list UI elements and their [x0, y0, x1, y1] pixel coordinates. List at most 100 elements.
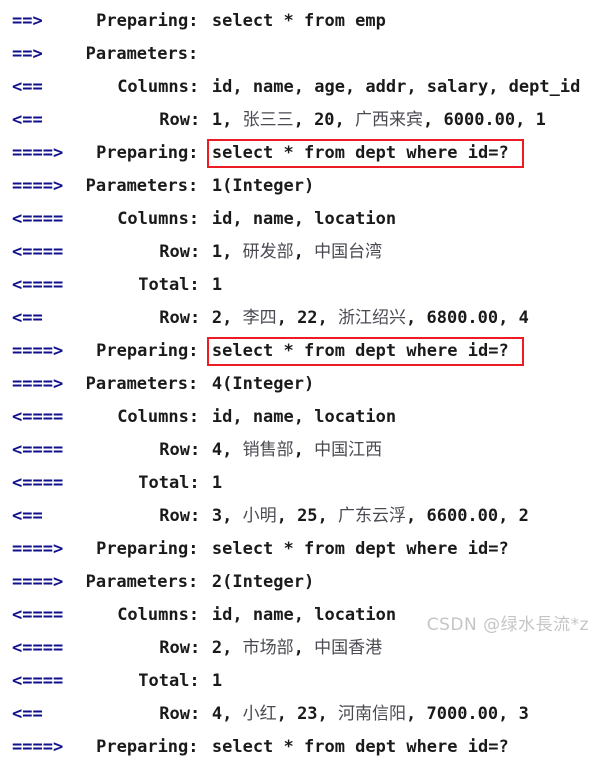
log-value-cjk: 中国台湾	[314, 242, 383, 262]
log-field-label: Preparing:	[96, 539, 199, 559]
log-value-text: select * from dept where id=?	[211, 143, 509, 163]
log-field-label: Preparing:	[96, 737, 199, 757]
log-field-label: Parameters:	[85, 572, 199, 592]
log-depth-prefix: <==	[12, 704, 43, 724]
log-field-value: select * from dept where id=?	[212, 335, 509, 368]
log-field-label: Row:	[159, 440, 201, 460]
log-value-text: , 6600.00, 2	[406, 506, 529, 526]
log-value-cjk: 销售部	[242, 440, 294, 460]
log-field-value: select * from emp	[212, 5, 386, 38]
log-value-text: 1	[211, 473, 223, 493]
log-line: <==== Columns: id, name, location	[0, 401, 593, 434]
log-depth-prefix: <==	[12, 77, 43, 97]
log-field-value: 2, 李四, 22, 浙江绍兴, 6800.00, 4	[212, 302, 529, 335]
log-line: <==== Row: 2, 市场部, 中国香港	[0, 632, 593, 665]
log-field-value: select * from dept where id=?	[212, 137, 509, 170]
log-depth-prefix: <====	[12, 275, 64, 295]
log-line: <== Row: 4, 小红, 23, 河南信阳, 7000.00, 3	[0, 698, 593, 731]
log-value-cjk: 中国江西	[314, 440, 383, 460]
sql-log-console: ==> Preparing: select * from emp ==> Paramet…	[0, 0, 593, 757]
log-field-label: Row:	[159, 704, 201, 724]
log-value-cjk: 市场部	[242, 638, 294, 658]
log-field-label: Columns:	[117, 605, 200, 625]
log-line: ====> Parameters: 4(Integer)	[0, 368, 593, 401]
log-depth-prefix: ====>	[12, 374, 64, 394]
log-field-value: 1, 研发部, 中国台湾	[212, 236, 382, 269]
log-value-cjk: 广西来宾	[355, 110, 424, 130]
log-value-text: 2,	[211, 638, 243, 658]
log-line: <==== Total: 1	[0, 467, 593, 500]
log-depth-prefix: ====>	[12, 143, 64, 163]
log-value-text: 4(Integer)	[211, 374, 315, 394]
log-field-value: select * from dept where id=?	[212, 731, 509, 764]
log-depth-prefix: ====>	[12, 539, 64, 559]
log-line: ====> Preparing: select * from dept where …	[0, 335, 593, 368]
log-line: <==== Total: 1	[0, 665, 593, 698]
log-field-value: id, name, location	[212, 401, 396, 434]
log-field-value: id, name, location	[212, 203, 396, 236]
log-value-text: 2(Integer)	[211, 572, 315, 592]
log-line: ====> Parameters: 1(Integer)	[0, 170, 593, 203]
log-depth-prefix: <====	[12, 473, 64, 493]
log-field-label: Row:	[159, 308, 201, 328]
log-value-cjk: 广东云浮	[338, 506, 407, 526]
log-depth-prefix: ====>	[12, 572, 64, 592]
log-value-text: id, name, location	[211, 407, 397, 427]
log-depth-prefix: ====>	[12, 341, 64, 361]
log-line: <== Columns: id, name, age, addr, salary, …	[0, 71, 593, 104]
log-value-cjk: 小红	[242, 704, 277, 724]
log-value-text: , 6000.00, 1	[423, 110, 546, 130]
log-value-text: id, name, location	[211, 209, 397, 229]
log-field-label: Parameters:	[85, 176, 199, 196]
log-value-text: 3,	[211, 506, 243, 526]
log-line: ====> Preparing: select * from dept where …	[0, 137, 593, 170]
watermark: CSDN @绿水長流*z	[426, 615, 589, 635]
log-value-text: select * from emp	[211, 11, 386, 31]
log-field-label: Preparing:	[96, 341, 199, 361]
log-line: <==== Columns: id, name, location	[0, 203, 593, 236]
log-depth-prefix: ==>	[12, 44, 43, 64]
log-depth-prefix: <====	[12, 242, 64, 262]
log-value-cjk: 研发部	[242, 242, 294, 262]
log-field-value: 3, 小明, 25, 广东云浮, 6600.00, 2	[212, 500, 529, 533]
log-field-value: id, name, age, addr, salary, dept_id	[212, 71, 580, 104]
log-value-text: select * from dept where id=?	[211, 737, 509, 757]
log-field-label: Preparing:	[96, 11, 199, 31]
log-field-label: Total:	[138, 671, 200, 691]
log-line: ====> Preparing: select * from dept where …	[0, 731, 593, 764]
log-value-text: 4,	[211, 440, 243, 460]
log-value-text: 1	[211, 671, 223, 691]
log-field-label: Columns:	[117, 77, 200, 97]
log-value-text: , 20,	[293, 110, 356, 130]
log-field-label: Parameters:	[85, 44, 199, 64]
log-field-label: Total:	[138, 275, 200, 295]
log-value-text: 1,	[211, 242, 243, 262]
log-line: ==> Preparing: select * from emp	[0, 5, 593, 38]
log-line: ==> Parameters:	[0, 38, 593, 71]
log-value-text: 1	[211, 275, 223, 295]
log-value-cjk: 河南信阳	[338, 704, 407, 724]
log-line: ====> Preparing: select * from dept where …	[0, 533, 593, 566]
log-value-cjk: 中国香港	[314, 638, 383, 658]
log-field-value: 4, 销售部, 中国江西	[212, 434, 382, 467]
log-value-text: ,	[293, 242, 315, 262]
log-field-label: Row:	[159, 506, 201, 526]
log-field-value: 4, 小红, 23, 河南信阳, 7000.00, 3	[212, 698, 529, 731]
log-field-value: 4(Integer)	[212, 368, 314, 401]
log-value-text: 1,	[211, 110, 243, 130]
log-field-label: Row:	[159, 242, 201, 262]
log-value-text: , 22,	[276, 308, 339, 328]
log-value-text: 2,	[211, 308, 243, 328]
log-field-value: 1	[212, 665, 222, 698]
log-value-cjk: 浙江绍兴	[338, 308, 407, 328]
log-field-label: Parameters:	[85, 374, 199, 394]
log-value-text: id, name, age, addr, salary, dept_id	[211, 77, 581, 97]
log-value-text: select * from dept where id=?	[211, 539, 509, 559]
log-field-label: Preparing:	[96, 143, 199, 163]
log-depth-prefix: <==	[12, 506, 43, 526]
log-line: <==== Row: 1, 研发部, 中国台湾	[0, 236, 593, 269]
log-value-text: 1(Integer)	[211, 176, 315, 196]
log-value-text: ,	[293, 440, 315, 460]
log-value-text: select * from dept where id=?	[211, 341, 509, 361]
log-line: ====> Parameters: 2(Integer)	[0, 566, 593, 599]
